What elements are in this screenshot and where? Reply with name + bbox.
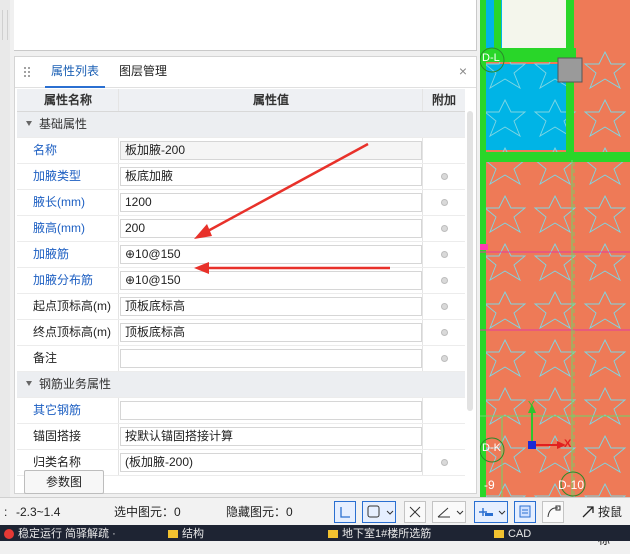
property-row: 终点顶标高(m) 顶板底标高 [17,320,465,346]
dock-drag-handle[interactable] [2,10,8,40]
property-row: 腋长(mm) 1200 [17,190,465,216]
property-value-input[interactable]: 顶板底标高 [120,297,422,316]
property-value-input[interactable]: 按默认锚固搭接计算 [120,427,422,446]
property-name[interactable]: 腋高(mm) [33,216,85,241]
property-rows: 基础属性名称 板加腋-200 加腋类型 板底加腋腋长(mm) 1200 腋高(mm) 200… [17,112,465,476]
parameter-diagram-button[interactable]: 参数图 [24,470,104,494]
section-title: 钢筋业务属性 [39,377,112,391]
property-row: 其它钢筋 [17,398,465,424]
ucs-x-label: X [564,438,572,450]
collapse-triangle-icon[interactable] [26,381,32,386]
axis-label-9: -9 [484,478,495,492]
column-header-name: 属性名称 [43,93,92,107]
tab-layer-management[interactable]: 图层管理 [113,57,173,86]
status-bar: : -2.3~1.4 选中图元：0 隐藏图元：0 按鼠标 [0,497,630,547]
property-row: 加腋筋 ⊕10@150 [17,242,465,268]
selected-count: 选中图元：0 [114,505,181,519]
property-name[interactable]: 腋长(mm) [33,190,85,215]
folder-icon [168,530,178,539]
section-header[interactable]: 钢筋业务属性 [17,372,465,398]
snap-rectangle-icon[interactable] [362,501,396,523]
attach-checkbox-icon[interactable] [441,225,448,232]
section-header[interactable]: 基础属性 [17,112,465,138]
property-name[interactable]: 名称 [33,138,57,163]
resize-arrow-icon[interactable] [580,504,596,520]
ortho-icon[interactable] [334,501,356,523]
property-value-input[interactable]: 板加腋-200 [120,141,422,160]
section-title: 基础属性 [39,117,88,131]
property-value-input[interactable]: ⊕10@150 [120,245,422,264]
column-header-extra: 附加 [431,93,456,107]
property-value-input[interactable]: (板加腋-200) [120,453,422,472]
folder-icon [494,530,504,539]
property-name[interactable]: 加腋筋 [33,242,69,267]
property-row: 腋高(mm) 200 [17,216,465,242]
angle-icon[interactable] [432,501,466,523]
hidden-count: 隐藏图元：0 [226,505,293,519]
add-point-icon[interactable] [474,501,508,523]
property-table: 属性名称 属性值 附加 基础属性名称 板加腋-200 加腋类型 板底加腋腋长(mm) 1… [17,89,465,476]
attach-checkbox-icon[interactable] [441,303,448,310]
property-row: 加腋分布筋 ⊕10@150 [17,268,465,294]
property-row: 名称 板加腋-200 [17,138,465,164]
property-value-input[interactable] [120,349,422,368]
property-name: 备注 [33,351,58,365]
taskbar-item-basement[interactable]: 地下室1#楼所选筋 [328,527,431,541]
attach-checkbox-icon[interactable] [441,199,448,206]
property-value-input[interactable] [120,401,422,420]
property-name: 锚固搭接 [33,429,82,443]
attach-checkbox-icon[interactable] [441,329,448,336]
property-name: 起点顶标高(m) [33,299,111,313]
attach-checkbox-icon[interactable] [441,277,448,284]
property-name: 终点顶标高(m) [33,325,111,339]
taskbar-item-structure[interactable]: 结构 [168,527,204,541]
cross-select-icon[interactable] [404,501,426,523]
axis-label-d-k: D-K [482,442,501,454]
property-row: 起点顶标高(m) 顶板底标高 [17,294,465,320]
property-value-input[interactable]: 板底加腋 [120,167,422,186]
property-row: 锚固搭接 按默认锚固搭接计算 [17,424,465,450]
property-value-input[interactable]: ⊕10@150 [120,271,422,290]
close-icon[interactable]: × [455,62,471,80]
attach-checkbox-icon[interactable] [441,459,448,466]
upper-blank-panel [14,0,477,51]
property-row: 加腋类型 板底加腋 [17,164,465,190]
table-header: 属性名称 属性值 附加 [17,89,465,112]
panel-tab-bar: 属性列表 图层管理 × [15,57,476,88]
collapse-triangle-icon[interactable] [26,121,32,126]
folder-icon [328,530,338,539]
tab-property-list[interactable]: 属性列表 [45,57,106,88]
coordinate-readout: -2.3~1.4 [16,505,61,519]
layer-display-icon[interactable] [514,501,536,523]
grip-icon[interactable] [23,66,30,78]
curve-icon[interactable] [542,501,564,523]
property-name[interactable]: 加腋分布筋 [33,268,93,293]
vertical-scrollbar[interactable] [467,111,473,411]
axis-label-d-l: D-L [482,52,500,64]
cad-drawing [480,0,630,497]
property-value-input[interactable]: 200 [120,219,422,238]
taskbar-item-cad[interactable]: CAD [494,527,531,541]
ucs-y-label: Y [528,400,535,411]
property-name[interactable]: 其它钢筋 [33,398,81,423]
left-dock-strip [0,0,10,510]
property-value-input[interactable]: 顶板底标高 [120,323,422,342]
windows-taskbar: 稳定运行 简驿解疏 · 结构 地下室1#楼所选筋 CAD [0,525,630,541]
attach-checkbox-icon[interactable] [441,355,448,362]
property-value-input[interactable]: 1200 [120,193,422,212]
property-panel: 属性列表 图层管理 × 属性名称 属性值 附加 基础属性名称 板加腋-200 加腋类… [14,56,477,494]
cad-canvas[interactable]: D-L D-K -9 D-10 Y X [480,0,630,497]
taskbar-item-browser[interactable]: 稳定运行 简驿解疏 · [4,527,116,541]
axis-label-d-10: D-10 [558,478,585,492]
property-row: 备注 [17,346,465,372]
property-name[interactable]: 加腋类型 [33,164,81,189]
attach-checkbox-icon[interactable] [441,251,448,258]
browser-icon [4,529,14,540]
column-header-value: 属性值 [252,93,289,107]
attach-checkbox-icon[interactable] [441,173,448,180]
